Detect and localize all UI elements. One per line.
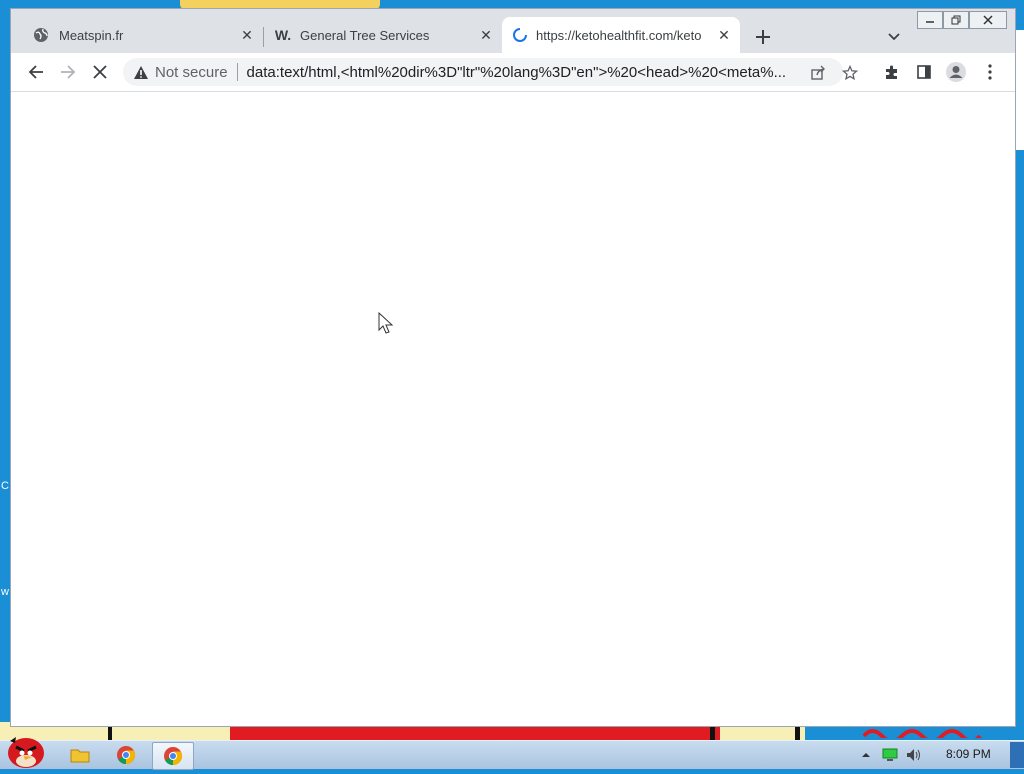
browser-toolbar: Not secure data:text/html,<html%20dir%3D… xyxy=(11,53,1015,92)
url-rest: text/html,<html%20dir%3D"ltr"%20lang%3D"… xyxy=(279,63,787,81)
file-explorer-taskbar-icon[interactable] xyxy=(60,742,100,768)
omnibox-divider xyxy=(236,63,238,81)
clock[interactable]: 8:09 PM xyxy=(946,747,991,761)
back-button[interactable] xyxy=(23,59,49,85)
w-favicon-icon: W. xyxy=(274,27,292,43)
security-status[interactable]: Not secure xyxy=(155,64,228,81)
url-scheme: data: xyxy=(246,63,280,81)
globe-icon xyxy=(33,27,49,43)
close-icon[interactable]: ✕ xyxy=(237,25,257,45)
close-icon[interactable]: ✕ xyxy=(714,25,734,45)
restore-button[interactable] xyxy=(943,11,969,29)
new-tab-button[interactable] xyxy=(751,25,775,49)
tab-title: https://ketohealthfit.com/keto xyxy=(536,27,702,43)
loading-spinner-icon xyxy=(512,27,528,43)
side-panel-icon[interactable] xyxy=(911,59,937,85)
extensions-icon[interactable] xyxy=(879,59,905,85)
profile-avatar-icon[interactable] xyxy=(943,59,969,85)
chrome-taskbar-icon[interactable] xyxy=(106,742,146,768)
desktop-edge-text: C xyxy=(1,480,9,492)
tab-title: Meatspin.fr xyxy=(59,27,124,43)
show-hidden-icons-chevron-icon[interactable] xyxy=(858,747,874,763)
tab-search-button[interactable] xyxy=(883,26,905,48)
show-desktop-button[interactable] xyxy=(1010,742,1024,768)
taskbar: 8:09 PM xyxy=(0,737,1024,770)
tab-ketohealthfit[interactable]: https://ketohealthfit.com/keto ✕ xyxy=(502,17,740,53)
chrome-active-taskbar-icon[interactable] xyxy=(152,742,194,770)
volume-icon[interactable] xyxy=(906,747,922,763)
url-text[interactable]: data:text/html,<html%20dir%3D"ltr"%20lan… xyxy=(247,64,803,81)
menu-kebab-icon[interactable] xyxy=(977,59,1003,85)
mouse-cursor-icon xyxy=(378,311,396,341)
bookmark-star-icon[interactable] xyxy=(839,62,861,84)
warning-icon[interactable] xyxy=(133,65,149,80)
close-icon[interactable]: ✕ xyxy=(476,25,496,45)
minimize-button[interactable] xyxy=(917,11,943,29)
browser-window: Meatspin.fr ✕ W. General Tree Services ✕… xyxy=(10,8,1016,727)
tab-strip: Meatspin.fr ✕ W. General Tree Services ✕… xyxy=(11,9,1015,53)
tab-meatspin[interactable]: Meatspin.fr ✕ xyxy=(11,17,263,53)
forward-button[interactable] xyxy=(55,59,81,85)
tab-general-tree-services[interactable]: W. General Tree Services ✕ xyxy=(264,17,502,53)
network-icon[interactable] xyxy=(882,747,898,763)
address-bar[interactable]: Not secure data:text/html,<html%20dir%3D… xyxy=(123,58,858,86)
close-window-button[interactable] xyxy=(969,11,1007,29)
page-content[interactable] xyxy=(11,92,1015,726)
stop-loading-button[interactable] xyxy=(87,59,113,85)
desktop-edge-text: w xyxy=(1,586,9,598)
start-button-angry-bird-icon[interactable] xyxy=(2,731,48,769)
share-icon[interactable] xyxy=(807,62,829,84)
tab-title: General Tree Services xyxy=(300,27,430,43)
